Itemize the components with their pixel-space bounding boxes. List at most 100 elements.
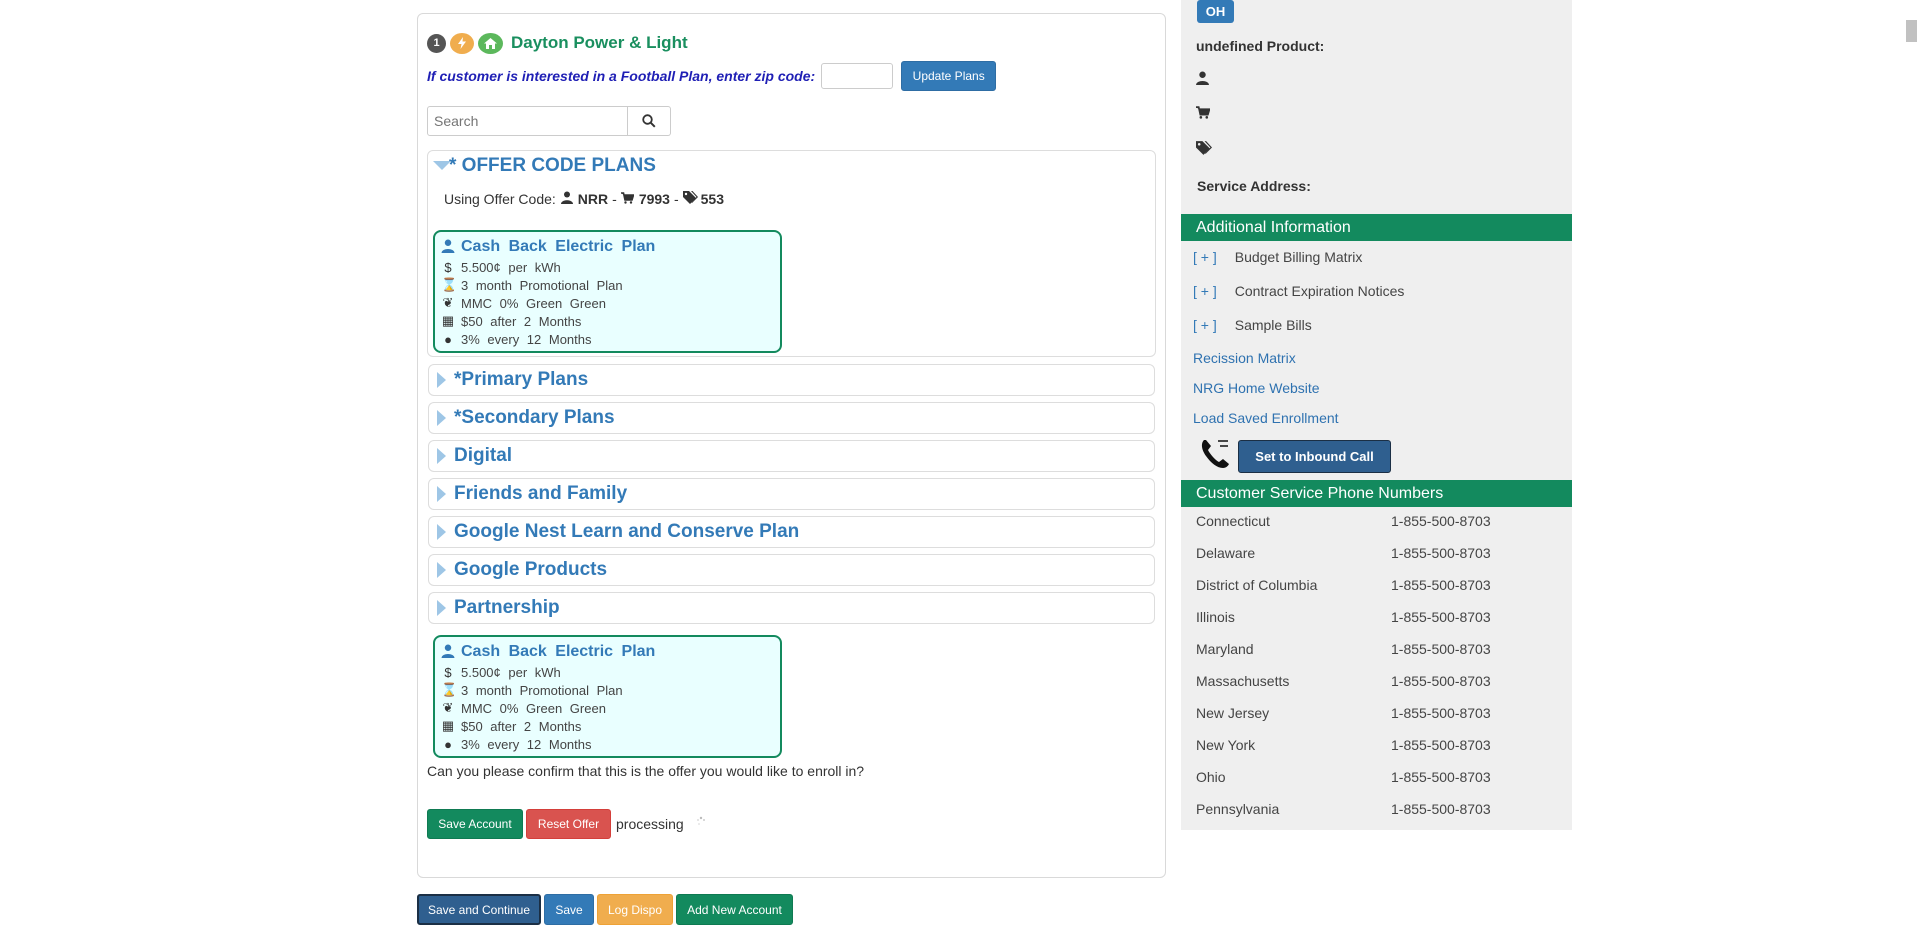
sample-bills-toggle[interactable]: [ + ] Sample Bills	[1193, 317, 1312, 333]
user-icon	[441, 644, 455, 661]
plan-title: Cash Back Electric Plan	[461, 238, 656, 255]
search-input[interactable]	[427, 106, 628, 136]
leaf-icon: ❦	[442, 700, 454, 715]
phone-row: Connecticut 1-855-500-8703	[1196, 513, 1491, 529]
set-inbound-call-button[interactable]: Set to Inbound Call	[1238, 440, 1391, 473]
utility-header: 1 Dayton Power & Light	[427, 30, 688, 56]
page-scrollbar[interactable]	[1903, 0, 1920, 925]
piggy-bank-icon: ●	[444, 331, 452, 347]
bottom-actions: Save and Continue Save Log Dispo Add New…	[417, 894, 793, 925]
plan-green: MMC 0% Green Green	[461, 700, 606, 716]
offer-code-cart: 7993	[638, 191, 670, 207]
spinner-icon	[695, 815, 707, 833]
nrg-home-website-link[interactable]: NRG Home Website	[1193, 380, 1320, 396]
state-badge: OH	[1197, 0, 1234, 23]
plan-reward: $50 after 2 Months	[461, 313, 582, 329]
home-icon	[478, 32, 503, 54]
using-offer-code-label: Using Offer Code:	[444, 191, 556, 207]
update-plans-button[interactable]: Update Plans	[901, 61, 997, 91]
expand-plus-icon: [ + ]	[1193, 317, 1217, 333]
additional-info-header: Additional Information	[1181, 214, 1572, 241]
hourglass-icon: ⌛	[441, 277, 458, 292]
search-icon	[642, 114, 656, 128]
plan-rate: 5.500¢ per kWh	[461, 664, 561, 680]
inbound-call-row: Set to Inbound Call	[1198, 437, 1391, 476]
offer-code-tag: 553	[700, 191, 724, 207]
tags-icon	[682, 191, 698, 207]
plan-card[interactable]: Cash Back Electric Plan $5.500¢ per kWh …	[433, 230, 782, 353]
expand-caret-icon	[437, 486, 446, 502]
expand-caret-icon	[437, 410, 446, 426]
expand-caret-icon	[437, 524, 446, 540]
reset-offer-button[interactable]: Reset Offer	[526, 809, 611, 839]
service-address-label: Service Address:	[1197, 178, 1311, 194]
phone-row: Ohio 1-855-500-8703	[1196, 769, 1491, 785]
search-group	[427, 106, 671, 136]
add-new-account-button[interactable]: Add New Account	[676, 894, 793, 925]
dollar-icon: $	[444, 259, 452, 275]
product-label: undefined Product:	[1196, 38, 1325, 54]
plan-rate: 5.500¢ per kWh	[461, 259, 561, 275]
zip-prompt: If customer is interested in a Football …	[427, 68, 816, 84]
user-icon	[1196, 71, 1209, 89]
phone-row: Delaware 1-855-500-8703	[1196, 545, 1491, 561]
piggy-bank-icon: ●	[444, 736, 452, 752]
plan-title: Cash Back Electric Plan	[461, 643, 656, 660]
category-partnership[interactable]: Partnership	[428, 592, 1155, 624]
plan-reward: $50 after 2 Months	[461, 718, 582, 734]
plan-cashback: 3% every 12 Months	[461, 331, 592, 347]
processing-status: processing	[616, 816, 684, 832]
electric-bolt-icon	[450, 32, 474, 54]
save-account-button[interactable]: Save Account	[427, 809, 523, 839]
zip-code-input[interactable]	[821, 63, 894, 89]
plan-cashback: 3% every 12 Months	[461, 736, 592, 752]
offer-code-user: NRR	[577, 191, 609, 207]
leaf-icon: ❦	[442, 295, 454, 310]
expand-caret-icon	[437, 448, 446, 464]
phone-row: New York 1-855-500-8703	[1196, 737, 1491, 753]
cart-icon	[1196, 106, 1211, 123]
load-saved-enrollment-link[interactable]: Load Saved Enrollment	[1193, 410, 1339, 426]
phone-icon	[1198, 437, 1232, 476]
phone-numbers-header: Customer Service Phone Numbers	[1181, 480, 1572, 507]
category-secondary-plans[interactable]: *Secondary Plans	[428, 402, 1155, 434]
expand-plus-icon: [ + ]	[1193, 249, 1217, 265]
contract-expiration-toggle[interactable]: [ + ] Contract Expiration Notices	[1193, 283, 1404, 299]
utility-name: Dayton Power & Light	[511, 33, 688, 52]
tags-icon	[1196, 141, 1212, 159]
save-button[interactable]: Save	[544, 894, 594, 925]
expand-caret-icon	[437, 372, 446, 388]
plan-term: 3 month Promotional Plan	[461, 277, 623, 293]
category-primary-plans[interactable]: *Primary Plans	[428, 364, 1155, 396]
recission-matrix-link[interactable]: Recission Matrix	[1193, 350, 1296, 366]
phone-row: Illinois 1-855-500-8703	[1196, 609, 1491, 625]
phone-row: New Jersey 1-855-500-8703	[1196, 705, 1491, 721]
plan-term: 3 month Promotional Plan	[461, 682, 623, 698]
expand-plus-icon: [ + ]	[1193, 283, 1217, 299]
action-row: Save Account Reset Offer processing	[427, 809, 707, 839]
selected-plan-card[interactable]: Cash Back Electric Plan $5.500¢ per kWh …	[433, 635, 782, 758]
category-friends-and-family[interactable]: Friends and Family	[428, 478, 1155, 510]
offer-code-section-title[interactable]: * OFFER CODE PLANS	[449, 155, 656, 177]
search-button[interactable]	[628, 106, 671, 136]
save-and-continue-button[interactable]: Save and Continue	[417, 894, 541, 925]
offer-code-line: Using Offer Code: NRR - 7993 - 553	[444, 191, 724, 207]
user-icon	[441, 239, 455, 256]
gift-icon: ▦	[441, 313, 455, 328]
gift-icon: ▦	[441, 718, 455, 733]
category-digital[interactable]: Digital	[428, 440, 1155, 472]
expand-caret-icon	[437, 600, 446, 616]
user-icon	[560, 191, 574, 207]
scrollbar-thumb[interactable]	[1906, 20, 1917, 42]
phone-row: District of Columbia 1-855-500-8703	[1196, 577, 1491, 593]
category-google-nest[interactable]: Google Nest Learn and Conserve Plan	[428, 516, 1155, 548]
budget-billing-matrix-toggle[interactable]: [ + ] Budget Billing Matrix	[1193, 249, 1362, 265]
phone-row: Pennsylvania 1-855-500-8703	[1196, 801, 1491, 817]
log-dispo-button[interactable]: Log Dispo	[597, 894, 673, 925]
plan-green: MMC 0% Green Green	[461, 295, 606, 311]
confirm-question: Can you please confirm that this is the …	[427, 763, 865, 779]
category-google-products[interactable]: Google Products	[428, 554, 1155, 586]
hourglass-icon: ⌛	[441, 682, 458, 697]
phone-row: Maryland 1-855-500-8703	[1196, 641, 1491, 657]
phone-row: Massachusetts 1-855-500-8703	[1196, 673, 1491, 689]
